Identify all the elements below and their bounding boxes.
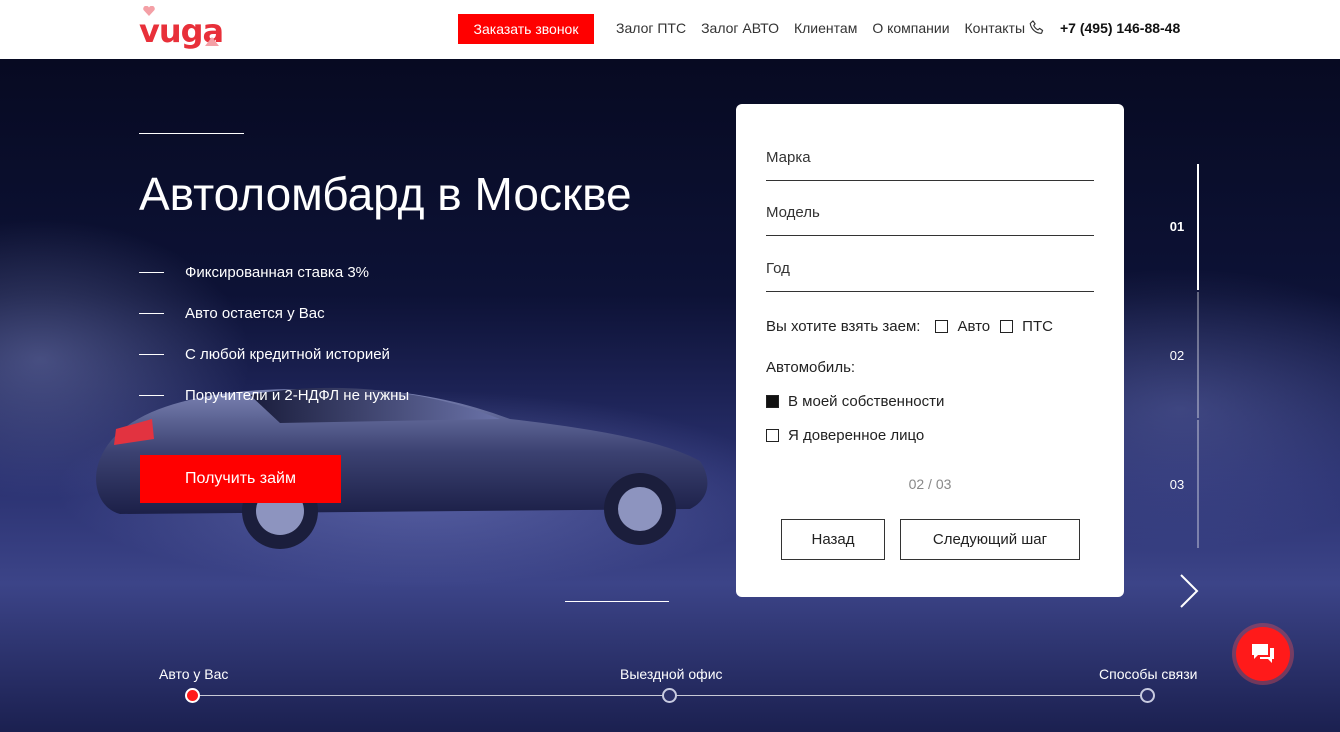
logo[interactable]: vuga [139, 6, 224, 50]
car-title-label: Автомобиль: [766, 359, 856, 376]
model-field[interactable]: Модель [766, 200, 1094, 236]
own-car-checkbox[interactable] [766, 395, 779, 408]
own-car-option[interactable]: В моей собственности [766, 393, 944, 410]
feature-item: Поручители и 2-НДФЛ не нужны [139, 387, 409, 404]
feature-item: Фиксированная ставка 3% [139, 264, 369, 281]
proxy-checkbox[interactable] [766, 429, 779, 442]
slide-divider [565, 601, 669, 602]
step-number-1[interactable]: 01 [1160, 219, 1194, 234]
model-label: Модель [766, 204, 820, 221]
phone-number[interactable]: +7 (495) 146-88-48 [1060, 20, 1180, 36]
nav-item-auto[interactable]: Залог АВТО [701, 20, 779, 36]
loan-auto-label[interactable]: Авто [957, 318, 990, 335]
car-title: Автомобиль: [766, 359, 855, 376]
page-title: Автоломбард в Москве [139, 168, 632, 220]
step-number-2[interactable]: 02 [1160, 348, 1194, 363]
site-header: vuga Заказать звонок Залог ПТС Залог АВТ… [0, 0, 1340, 59]
proxy-option[interactable]: Я доверенное лицо [766, 427, 924, 444]
loan-type-row: Вы хотите взять заем: Авто ПТС [766, 318, 1053, 335]
get-loan-button[interactable]: Получить займ [140, 455, 341, 503]
nav-item-contacts[interactable]: Контакты [965, 20, 1025, 36]
feature-text: Авто остается у Вас [185, 305, 325, 322]
feature-text: Фиксированная ставка 3% [185, 264, 370, 281]
timeline-dot[interactable] [185, 688, 200, 703]
step-bar [1197, 420, 1199, 548]
own-car-label[interactable]: В моей собственности [788, 393, 944, 410]
title-divider [139, 133, 244, 134]
timeline-label[interactable]: Авто у Вас [159, 666, 228, 682]
car-image [96, 387, 708, 549]
next-step-button[interactable]: Следующий шаг [900, 519, 1080, 560]
timeline-dot[interactable] [1140, 688, 1155, 703]
nav-item-clients[interactable]: Клиентам [794, 20, 857, 36]
nav-item-about[interactable]: О компании [872, 20, 949, 36]
loan-question: Вы хотите взять заем: [766, 318, 921, 335]
feature-item: С любой кредитной историей [139, 346, 390, 363]
step-number-3[interactable]: 03 [1160, 477, 1194, 492]
main-nav: Залог ПТС Залог АВТО Клиентам О компании… [616, 20, 1040, 36]
order-call-button[interactable]: Заказать звонок [458, 14, 594, 44]
loan-pts-label[interactable]: ПТС [1022, 318, 1053, 335]
logo-triangle-icon [205, 37, 219, 46]
step-bar-active [1197, 164, 1199, 290]
chevron-right-icon[interactable] [1177, 572, 1201, 610]
year-label: Год [766, 260, 790, 277]
proxy-label[interactable]: Я доверенное лицо [788, 427, 924, 444]
feature-text: Поручители и 2-НДФЛ не нужны [185, 387, 410, 404]
timeline-label[interactable]: Выездной офис [620, 666, 723, 682]
back-button[interactable]: Назад [781, 519, 885, 560]
feature-item: Авто остается у Вас [139, 305, 325, 322]
brand-field[interactable]: Марка [766, 145, 1094, 181]
form-step-counter: 02 / 03 [908, 476, 952, 492]
chat-icon [1252, 644, 1274, 663]
loan-pts-checkbox[interactable] [1000, 320, 1014, 333]
loan-form-card: Марка Модель Год Вы хотите взять заем: А… [736, 104, 1124, 597]
feature-text: С любой кредитной историей [185, 346, 390, 363]
nav-item-pts[interactable]: Залог ПТС [616, 20, 686, 36]
hero-section: Автоломбард в Москве Фиксированная ставк… [0, 59, 1340, 732]
timeline-dot[interactable] [662, 688, 677, 703]
brand-label: Марка [766, 149, 811, 166]
step-bar [1197, 292, 1199, 418]
year-field[interactable]: Год [766, 256, 1094, 292]
timeline-label[interactable]: Способы связи [1099, 666, 1198, 682]
loan-auto-checkbox[interactable] [935, 320, 949, 333]
phone-icon [1029, 20, 1044, 34]
chat-button[interactable] [1236, 627, 1290, 681]
